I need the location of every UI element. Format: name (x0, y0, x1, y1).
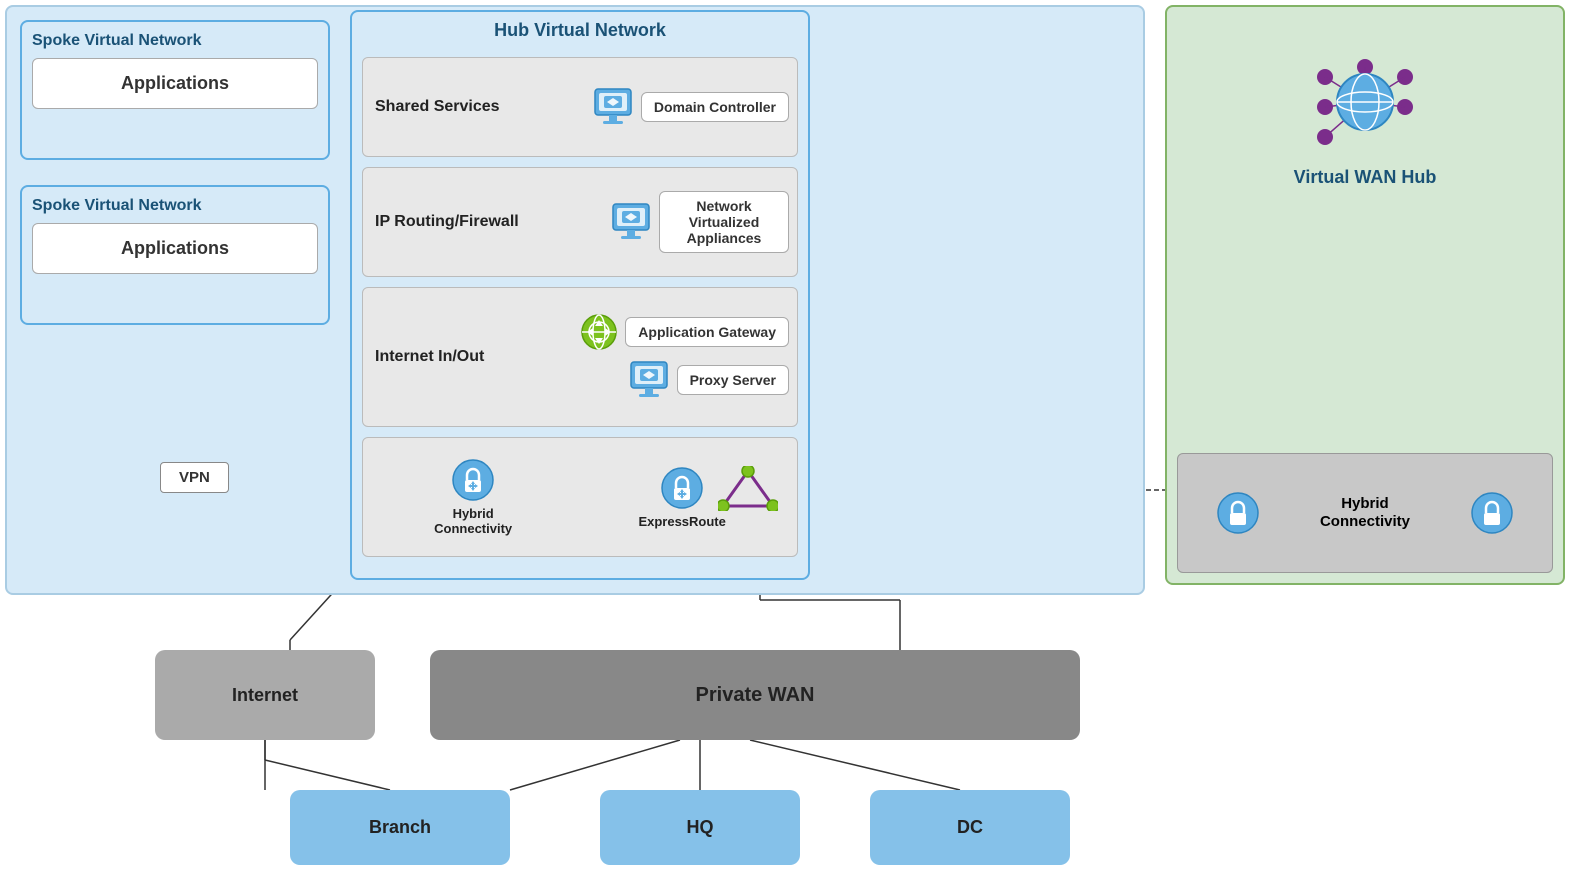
proxy-server-box: Proxy Server (677, 365, 789, 395)
expressroute-triangle (718, 466, 778, 511)
shared-services-right: Domain Controller (591, 85, 789, 129)
vpn-label: VPN (179, 469, 210, 486)
spoke-vnet-1-app: Applications (32, 58, 318, 109)
vpn-box: VPN (160, 462, 229, 493)
hq-box: HQ (600, 790, 800, 865)
spoke-vnet-1: Spoke Virtual Network Applications (20, 20, 330, 160)
lock-icon-vpn (451, 458, 495, 502)
wan-hub-globe-icon (1315, 57, 1415, 147)
spoke-vnet-2-app: Applications (32, 223, 318, 274)
monitor-icon-shared (591, 85, 635, 129)
dc-box: DC (870, 790, 1070, 865)
spoke-vnet-1-title: Spoke Virtual Network (32, 32, 318, 50)
globe-icon-container (1315, 57, 1415, 152)
internet-services-stacked: Application Gateway Proxy Server (579, 296, 789, 418)
internet-label: Internet (232, 685, 298, 706)
dc-label: DC (957, 817, 983, 838)
diagram-container: Spoke Virtual Network Applications Spoke… (0, 0, 1577, 884)
spoke-vnet-2: Spoke Virtual Network Applications (20, 185, 330, 325)
monitor-icon-iprouting (609, 200, 653, 244)
hybrid-inner: HybridConnectivity Expr (363, 438, 797, 556)
expressroute-item: ExpressRoute (638, 466, 725, 529)
wan-hybrid-label: HybridConnectivity (1320, 495, 1410, 531)
ip-routing-right: Network VirtualizedAppliances (609, 191, 789, 253)
branch-label: Branch (369, 817, 431, 838)
internet-section: Internet In/Out Applicatio (362, 287, 798, 427)
private-wan-label: Private WAN (696, 684, 815, 707)
app-gateway-box: Application Gateway (625, 317, 789, 347)
expressroute-label: ExpressRoute (638, 514, 725, 529)
branch-box: Branch (290, 790, 510, 865)
internet-label: Internet In/Out (375, 348, 484, 366)
internet-box: Internet (155, 650, 375, 740)
lock-icon-wan-right (1470, 491, 1514, 535)
hub-vnet-title: Hub Virtual Network (352, 12, 808, 49)
spoke-vnet-2-title: Spoke Virtual Network (32, 197, 318, 215)
lock-icon-express (660, 466, 704, 510)
network-virtualized-box: Network VirtualizedAppliances (659, 191, 789, 253)
shared-services-section: Shared Services Domain Controller (362, 57, 798, 157)
app-gateway-icon (579, 312, 619, 352)
hybrid-connectivity-item: HybridConnectivity (434, 458, 512, 536)
shared-services-label: Shared Services (375, 98, 500, 116)
private-wan-box: Private WAN (430, 650, 1080, 740)
hq-label: HQ (687, 817, 714, 838)
wan-hybrid-label-text: HybridConnectivity (1320, 495, 1410, 530)
hybrid-label: HybridConnectivity (434, 506, 512, 536)
hub-vnet: Hub Virtual Network Shared Services Doma… (350, 10, 810, 580)
ip-routing-label: IP Routing/Firewall (375, 213, 519, 231)
wan-hub-hybrid: HybridConnectivity (1177, 453, 1553, 573)
monitor-icon-proxy (627, 358, 671, 402)
lock-icon-wan-left (1216, 491, 1260, 535)
domain-controller-box: Domain Controller (641, 92, 789, 122)
hybrid-section: HybridConnectivity Expr (362, 437, 798, 557)
ip-routing-section: IP Routing/Firewall Network VirtualizedA… (362, 167, 798, 277)
wan-hub: Virtual WAN Hub HybridConnectivity (1165, 5, 1565, 585)
